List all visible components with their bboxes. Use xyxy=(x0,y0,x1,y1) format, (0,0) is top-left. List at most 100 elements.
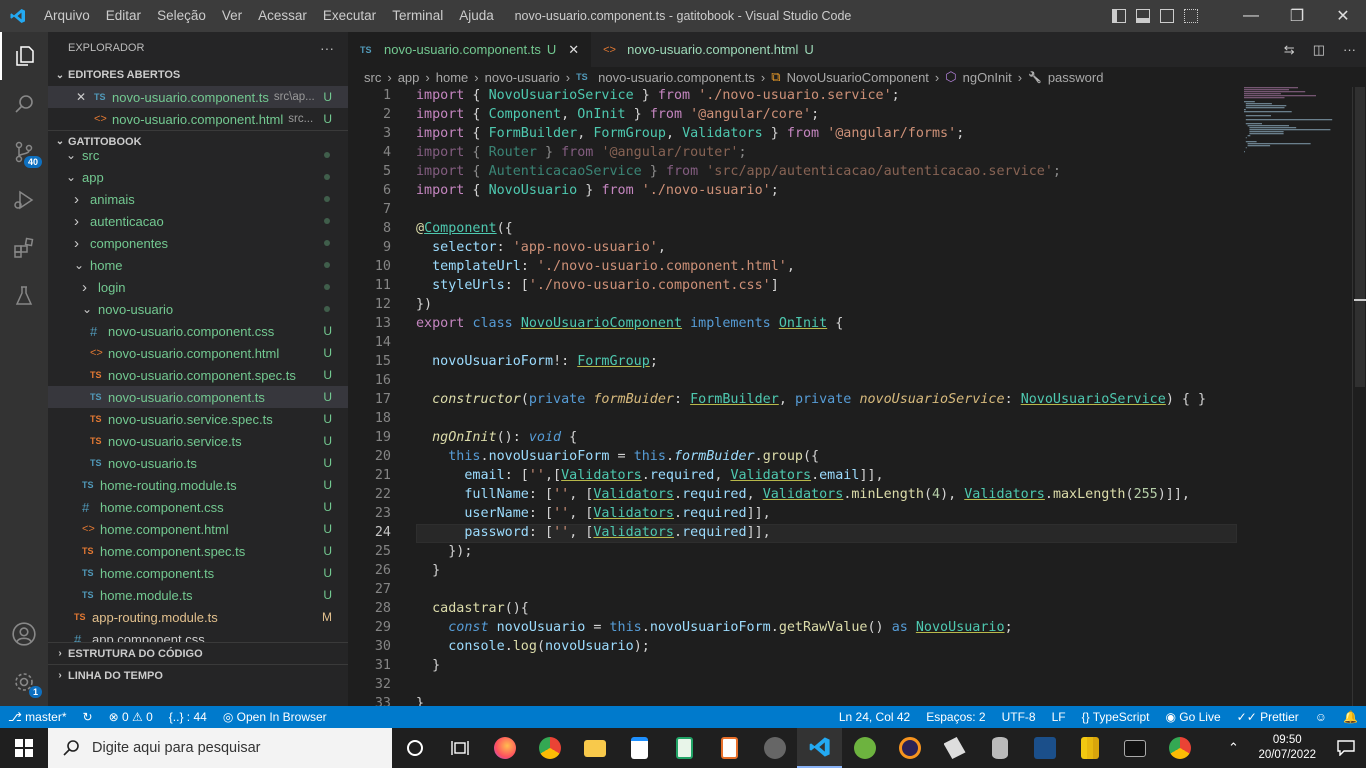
tree-item[interactable]: TS novo-usuario.service.spec.ts U xyxy=(48,408,348,430)
code-line[interactable]: userName: ['', [Validators.required]], xyxy=(416,506,770,521)
breadcrumb-item[interactable]: password xyxy=(1048,70,1104,85)
extensions-icon[interactable] xyxy=(0,224,48,272)
toggle-sidebar-icon[interactable] xyxy=(1112,9,1126,23)
tree-item[interactable]: TS novo-usuario.ts U xyxy=(48,452,348,474)
app-icon[interactable] xyxy=(752,728,797,768)
tree-item[interactable]: <> home.component.html U xyxy=(48,518,348,540)
code-line[interactable]: fullName: ['', [Validators.required, Val… xyxy=(416,487,1190,502)
windows-start-icon[interactable] xyxy=(0,728,48,768)
indentation[interactable]: Espaços: 2 xyxy=(918,710,993,724)
compare-changes-icon[interactable]: ⇆ xyxy=(1284,42,1295,58)
tree-item[interactable]: <> novo-usuario.component.html U xyxy=(48,342,348,364)
code-line[interactable]: cadastrar(){ xyxy=(416,601,529,616)
clock[interactable]: 09:50 20/07/2022 xyxy=(1248,733,1326,763)
code-line[interactable]: styleUrls: ['./novo-usuario.component.cs… xyxy=(416,278,779,293)
chevron-up-icon[interactable]: ⌃ xyxy=(1218,728,1248,768)
tree-item[interactable]: ⌄ home xyxy=(48,254,348,276)
code-line[interactable]: } xyxy=(416,658,440,673)
code-line[interactable]: ngOnInit(): void { xyxy=(416,430,577,445)
breadcrumb-item[interactable]: src xyxy=(364,70,381,85)
tree-item[interactable]: › login xyxy=(48,276,348,298)
branch-item[interactable]: ⎇ master* xyxy=(0,710,75,724)
explorer-more-icon[interactable]: ··· xyxy=(320,40,334,56)
open-editor-item[interactable]: <> novo-usuario.component.html src... U xyxy=(48,108,348,130)
vscode-taskbar-icon[interactable] xyxy=(797,728,842,768)
restore-button[interactable]: ❐ xyxy=(1274,0,1320,32)
sync-icon[interactable]: ↻ xyxy=(75,710,101,724)
breadcrumb-item[interactable]: ngOnInit xyxy=(963,70,1012,85)
chrome-icon[interactable] xyxy=(527,728,572,768)
mysql-workbench-icon[interactable] xyxy=(1022,728,1067,768)
spreadsheet-icon[interactable] xyxy=(662,728,707,768)
terminal-icon[interactable] xyxy=(1112,728,1157,768)
code-line[interactable]: novoUsuarioForm!: FormGroup; xyxy=(416,354,658,369)
minimap[interactable] xyxy=(1244,87,1354,157)
notepad-icon[interactable] xyxy=(617,728,662,768)
taskbar-search[interactable]: Digite aqui para pesquisar xyxy=(48,728,392,768)
code-line[interactable]: } xyxy=(416,563,440,578)
code-line[interactable]: import { FormBuilder, FormGroup, Validat… xyxy=(416,126,964,141)
tree-item[interactable]: ⌄ src xyxy=(48,144,348,166)
code-line[interactable]: const novoUsuario = this.novoUsuarioForm… xyxy=(416,620,1012,635)
file-explorer-icon[interactable] xyxy=(572,728,617,768)
tree-item[interactable]: › animais xyxy=(48,188,348,210)
code-line[interactable]: }) xyxy=(416,297,432,312)
manage-gear-icon[interactable]: 1 xyxy=(0,658,48,706)
breadcrumb-item[interactable]: novo-usuario xyxy=(485,70,560,85)
code-line[interactable]: import { NovoUsuarioService } from './no… xyxy=(416,88,900,103)
code-line[interactable]: email: ['',[Validators.required, Validat… xyxy=(416,468,883,483)
prettier-item[interactable]: ✓✓ Prettier xyxy=(1229,710,1307,724)
code-editor[interactable]: 1 import { NovoUsuarioService } from './n… xyxy=(348,87,1366,706)
source-control-icon[interactable]: 40 xyxy=(0,128,48,176)
tree-item[interactable]: # home.component.css U xyxy=(48,496,348,518)
encoding[interactable]: UTF-8 xyxy=(994,710,1044,724)
code-line[interactable]: console.log(novoUsuario); xyxy=(416,639,650,654)
breadcrumb-item[interactable]: app xyxy=(398,70,420,85)
problems-item[interactable]: ⊗ 0 ⚠ 0 xyxy=(101,710,161,724)
menu-item-ver[interactable]: Ver xyxy=(214,0,250,32)
notifications-icon[interactable]: 🔔 xyxy=(1335,710,1366,724)
testing-icon[interactable] xyxy=(0,272,48,320)
code-line[interactable]: templateUrl: './novo-usuario.component.h… xyxy=(416,259,795,274)
close-window-button[interactable]: ✕ xyxy=(1320,0,1366,32)
feedback-icon[interactable]: ☺ xyxy=(1307,710,1335,724)
app-icon[interactable] xyxy=(932,728,977,768)
code-line[interactable]: this.novoUsuarioForm = this.formBuider.g… xyxy=(416,449,819,464)
minimize-button[interactable]: — xyxy=(1228,0,1274,32)
tree-item[interactable]: TS home.component.ts U xyxy=(48,562,348,584)
firefox-icon[interactable] xyxy=(482,728,527,768)
menu-item-terminal[interactable]: Terminal xyxy=(384,0,451,32)
open-editor-item[interactable]: ✕ TS novo-usuario.component.ts src\ap... U xyxy=(48,86,348,108)
menu-item-ajuda[interactable]: Ajuda xyxy=(451,0,502,32)
tree-item[interactable]: ⌄ app xyxy=(48,166,348,188)
tree-item[interactable]: TS app-routing.module.ts M xyxy=(48,606,348,628)
tree-item[interactable]: TS novo-usuario.component.ts U xyxy=(48,386,348,408)
notification-center-icon[interactable] xyxy=(1326,728,1366,768)
open-editors-header[interactable]: ⌄ EDITORES ABERTOS xyxy=(48,64,348,86)
task-view-icon[interactable] xyxy=(437,728,482,768)
open-in-browser-item[interactable]: ◎ Open In Browser xyxy=(215,710,335,724)
breadcrumb-item[interactable]: home xyxy=(436,70,469,85)
menu-item-acessar[interactable]: Acessar xyxy=(250,0,315,32)
menu-item-editar[interactable]: Editar xyxy=(98,0,149,32)
code-line[interactable]: } xyxy=(416,696,424,706)
database-icon[interactable] xyxy=(977,728,1022,768)
cortana-icon[interactable] xyxy=(392,728,437,768)
account-icon[interactable] xyxy=(0,610,48,658)
toggle-panel-icon[interactable] xyxy=(1136,9,1150,23)
end-of-line[interactable]: LF xyxy=(1044,710,1074,724)
tree-item[interactable]: › componentes xyxy=(48,232,348,254)
close-icon[interactable]: ✕ xyxy=(568,42,579,58)
chrome-profile-icon[interactable] xyxy=(1157,728,1202,768)
tree-item[interactable]: TS novo-usuario.service.ts U xyxy=(48,430,348,452)
code-line[interactable]: selector: 'app-novo-usuario', xyxy=(416,240,666,255)
tree-item[interactable]: › autenticacao xyxy=(48,210,348,232)
menu-item-executar[interactable]: Executar xyxy=(315,0,384,32)
timeline-header[interactable]: › LINHA DO TEMPO xyxy=(48,664,348,686)
code-line[interactable]: import { NovoUsuario } from './novo-usua… xyxy=(416,183,779,198)
outline-header[interactable]: › ESTRUTURA DO CÓDIGO xyxy=(48,642,348,664)
toggle-secondary-sidebar-icon[interactable] xyxy=(1160,9,1174,23)
language-mode[interactable]: {} TypeScript xyxy=(1074,710,1158,724)
code-line[interactable]: }); xyxy=(416,544,472,559)
tab-component-ts[interactable]: TS novo-usuario.component.ts U ✕ xyxy=(348,32,592,67)
